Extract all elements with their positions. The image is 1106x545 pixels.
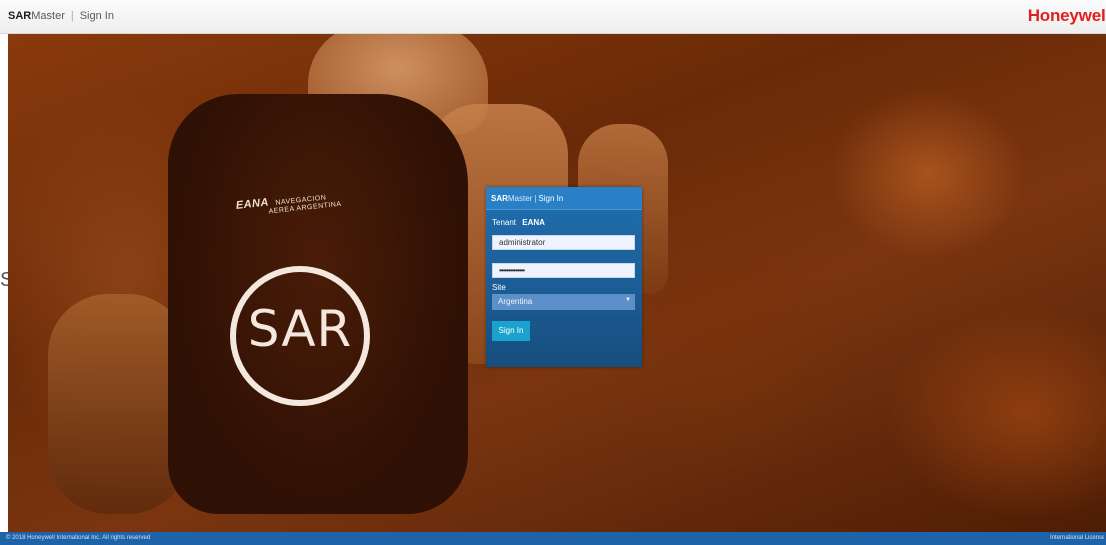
signin-panel: SARMaster | Sign In Tenant EANA Site Arg… [486,187,642,367]
app-brand: SAR Master | Sign In [8,10,114,22]
site-selected-value: Argentina [498,297,533,306]
copyright-text: © 2018 Honeywell International Inc. All … [6,535,151,541]
sign-in-button[interactable]: Sign In [492,321,530,341]
site-label: Site [492,283,506,292]
tenant-row: Tenant EANA [492,218,545,227]
brand-sar: SAR [8,10,32,22]
honeywell-logo: Honeywell [1027,6,1106,25]
signin-panel-header: SAR Master | Sign In [486,187,642,210]
footer: © 2018 Honeywell International Inc. All … [0,532,1106,545]
sar-patch-text: SAR [247,300,353,358]
brand-separator: | [70,10,74,22]
password-field[interactable] [492,263,635,278]
top-header: SAR Master | Sign In Honeywell [0,0,1106,34]
license-link[interactable]: International License [1050,532,1104,545]
page-title: Sign In [79,10,114,22]
tenant-label: Tenant [492,218,517,227]
chevron-down-icon: ▼ [625,297,631,303]
username-field[interactable] [492,235,635,250]
site-select[interactable]: Argentina ▼ [492,294,635,310]
stray-character: S [0,269,8,291]
brand-master: Master [31,10,65,22]
tenant-value: EANA [522,218,545,227]
hiker-arm [48,294,188,514]
